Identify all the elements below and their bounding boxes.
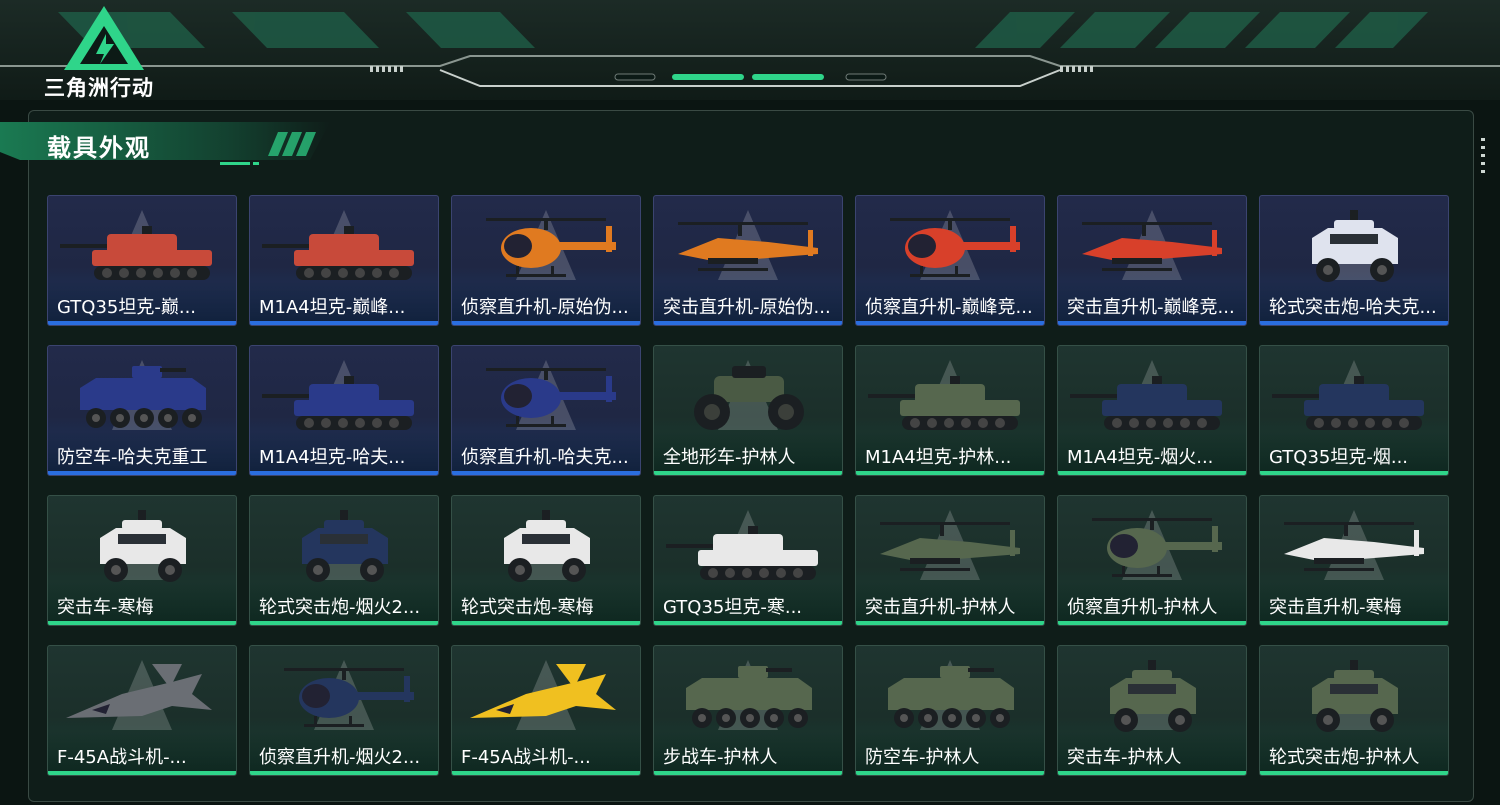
vehicle-skin-name: GTQ35坦克-巅... bbox=[57, 297, 197, 318]
vehicle-skin-name: 步战车-护林人 bbox=[663, 747, 778, 768]
vehicle-skin-name: M1A4坦克-巅峰... bbox=[259, 297, 406, 318]
vehicle-skin-name: 防空车-护林人 bbox=[865, 747, 980, 768]
rarity-bar bbox=[452, 621, 640, 625]
vehicle-skin-name: 突击车-寒梅 bbox=[57, 597, 154, 618]
vehicle-skin-name: GTQ35坦克-烟... bbox=[1269, 447, 1409, 468]
vehicle-skin-card[interactable]: 突击车-护林人 bbox=[1057, 645, 1247, 776]
rarity-bar bbox=[856, 771, 1044, 775]
vehicle-skin-name: 突击直升机-原始伪... bbox=[663, 297, 831, 318]
vehicle-skin-card[interactable]: 轮式突击炮-护林人 bbox=[1259, 645, 1449, 776]
vehicle-skin-name: 轮式突击炮-护林人 bbox=[1269, 747, 1420, 768]
vehicle-skin-grid: GTQ35坦克-巅... M1A4坦克-巅峰... 侦察直升机-原始伪... 突… bbox=[47, 195, 1450, 777]
vehicle-skin-name: 轮式突击炮-烟火2... bbox=[259, 597, 421, 618]
rarity-bar bbox=[452, 321, 640, 325]
vehicle-skin-name: M1A4坦克-护林... bbox=[865, 447, 1012, 468]
vehicle-skin-name: F-45A战斗机-... bbox=[57, 747, 187, 768]
rarity-bar bbox=[1260, 471, 1448, 475]
vehicle-skin-card[interactable]: 防空车-护林人 bbox=[855, 645, 1045, 776]
vehicle-skin-name: M1A4坦克-哈夫... bbox=[259, 447, 406, 468]
header-decoration bbox=[0, 12, 1500, 87]
rarity-bar bbox=[48, 471, 236, 475]
vehicle-skin-name: GTQ35坦克-寒... bbox=[663, 597, 803, 618]
vehicle-skin-card[interactable]: 侦察直升机-烟火2... bbox=[249, 645, 439, 776]
vehicle-skin-card[interactable]: M1A4坦克-巅峰... bbox=[249, 195, 439, 326]
vehicle-skin-card[interactable]: 侦察直升机-护林人 bbox=[1057, 495, 1247, 626]
vehicle-skin-name: 突击车-护林人 bbox=[1067, 747, 1182, 768]
rarity-bar bbox=[654, 621, 842, 625]
vehicle-skin-card[interactable]: M1A4坦克-烟火... bbox=[1057, 345, 1247, 476]
vehicle-skin-card[interactable]: GTQ35坦克-巅... bbox=[47, 195, 237, 326]
rarity-bar bbox=[1058, 621, 1246, 625]
vehicle-skin-card[interactable]: 防空车-哈夫克重工 bbox=[47, 345, 237, 476]
vehicle-skin-name: 轮式突击炮-哈夫克... bbox=[1269, 297, 1437, 318]
vehicle-skin-name: F-45A战斗机-... bbox=[461, 747, 591, 768]
vehicle-skin-name: 侦察直升机-原始伪... bbox=[461, 297, 629, 318]
rarity-bar bbox=[1260, 771, 1448, 775]
vehicle-skin-name: 侦察直升机-巅峰竞... bbox=[865, 297, 1033, 318]
vehicle-skin-name: 突击直升机-巅峰竞... bbox=[1067, 297, 1235, 318]
vehicle-skin-name: 突击直升机-寒梅 bbox=[1269, 597, 1402, 618]
rarity-bar bbox=[654, 321, 842, 325]
rarity-bar bbox=[452, 771, 640, 775]
vehicle-skin-card[interactable]: 突击直升机-寒梅 bbox=[1259, 495, 1449, 626]
rarity-bar bbox=[250, 321, 438, 325]
rarity-bar bbox=[250, 471, 438, 475]
vehicle-skin-card[interactable]: 侦察直升机-原始伪... bbox=[451, 195, 641, 326]
vehicle-skin-name: 侦察直升机-烟火2... bbox=[259, 747, 421, 768]
vehicle-skin-name: 防空车-哈夫克重工 bbox=[57, 447, 208, 468]
vehicle-skin-name: 侦察直升机-哈夫克... bbox=[461, 447, 629, 468]
section-title: 载具外观 bbox=[47, 134, 151, 162]
logo-text: 三角洲行动 bbox=[44, 76, 154, 100]
rarity-bar bbox=[250, 771, 438, 775]
vehicle-skin-card[interactable]: M1A4坦克-护林... bbox=[855, 345, 1045, 476]
rarity-bar bbox=[654, 471, 842, 475]
vehicle-skin-card[interactable]: F-45A战斗机-... bbox=[47, 645, 237, 776]
rarity-bar bbox=[856, 321, 1044, 325]
vehicle-skin-card[interactable]: 突击直升机-原始伪... bbox=[653, 195, 843, 326]
rarity-bar bbox=[856, 621, 1044, 625]
vehicle-skin-name: 全地形车-护林人 bbox=[663, 447, 796, 468]
rarity-bar bbox=[48, 771, 236, 775]
vehicle-skin-name: 轮式突击炮-寒梅 bbox=[461, 597, 594, 618]
vehicle-skin-card[interactable]: 突击直升机-巅峰竞... bbox=[1057, 195, 1247, 326]
rarity-bar bbox=[1260, 321, 1448, 325]
rarity-bar bbox=[250, 621, 438, 625]
vehicle-skin-card[interactable]: 突击直升机-护林人 bbox=[855, 495, 1045, 626]
rarity-bar bbox=[1058, 471, 1246, 475]
vehicle-skin-card[interactable]: 步战车-护林人 bbox=[653, 645, 843, 776]
rarity-bar bbox=[48, 321, 236, 325]
rarity-bar bbox=[654, 771, 842, 775]
vehicle-skin-card[interactable]: 全地形车-护林人 bbox=[653, 345, 843, 476]
rarity-bar bbox=[452, 471, 640, 475]
rarity-bar bbox=[1058, 771, 1246, 775]
vehicle-skin-card[interactable]: 轮式突击炮-寒梅 bbox=[451, 495, 641, 626]
vehicle-skin-card[interactable]: GTQ35坦克-烟... bbox=[1259, 345, 1449, 476]
vehicle-skin-name: 突击直升机-护林人 bbox=[865, 597, 1016, 618]
vehicle-skin-name: 侦察直升机-护林人 bbox=[1067, 597, 1218, 618]
vehicle-skin-card[interactable]: F-45A战斗机-... bbox=[451, 645, 641, 776]
vehicle-skin-card[interactable]: M1A4坦克-哈夫... bbox=[249, 345, 439, 476]
vehicle-skin-card[interactable]: GTQ35坦克-寒... bbox=[653, 495, 843, 626]
rarity-bar bbox=[1260, 621, 1448, 625]
vehicle-skin-card[interactable]: 轮式突击炮-哈夫克... bbox=[1259, 195, 1449, 326]
rarity-bar bbox=[1058, 321, 1246, 325]
vehicle-skin-card[interactable]: 突击车-寒梅 bbox=[47, 495, 237, 626]
scroll-indicator[interactable] bbox=[1481, 138, 1485, 178]
vehicle-skin-card[interactable]: 侦察直升机-哈夫克... bbox=[451, 345, 641, 476]
vehicle-skin-card[interactable]: 侦察直升机-巅峰竞... bbox=[855, 195, 1045, 326]
rarity-bar bbox=[48, 621, 236, 625]
rarity-bar bbox=[856, 471, 1044, 475]
vehicle-skin-name: M1A4坦克-烟火... bbox=[1067, 447, 1214, 468]
vehicle-skin-card[interactable]: 轮式突击炮-烟火2... bbox=[249, 495, 439, 626]
